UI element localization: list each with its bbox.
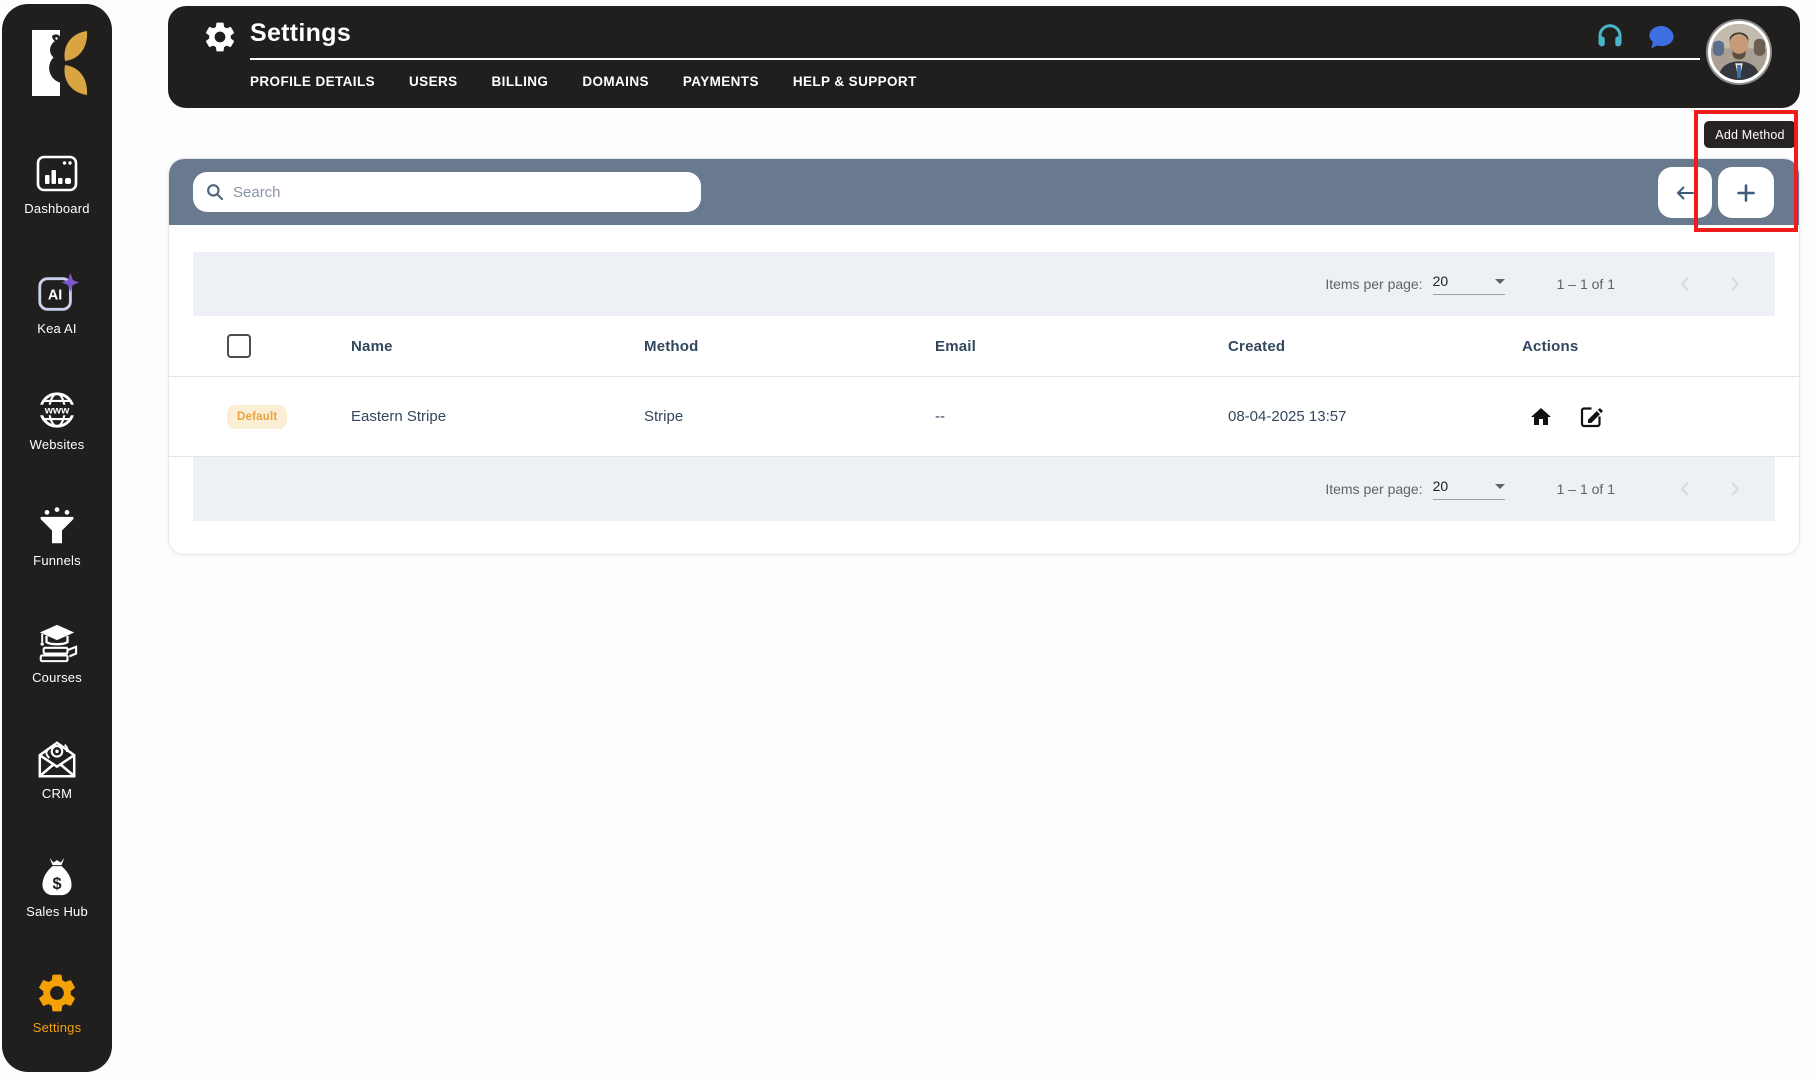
column-header-created: Created	[1228, 337, 1286, 355]
paginator-top: Items per page: 20 1 – 1 of 1	[193, 252, 1775, 316]
sidebar-item-dashboard[interactable]: Dashboard	[2, 152, 112, 216]
settings-gear-icon	[202, 19, 238, 60]
kea-bird-logo-icon	[32, 30, 88, 96]
sidebar-item-label: Sales Hub	[26, 904, 88, 919]
sidebar-item-label: Courses	[32, 670, 82, 685]
table-header-row: Name Method Email Created Actions	[169, 316, 1799, 377]
chevron-down-icon	[1494, 278, 1505, 284]
set-default-home-button[interactable]	[1529, 377, 1553, 456]
cell-name: Eastern Stripe	[351, 408, 447, 425]
paginator-bottom: Items per page: 20 1 – 1 of 1	[193, 457, 1775, 521]
sidebar-item-funnels[interactable]: Funnels	[2, 504, 112, 568]
settings-icon	[34, 971, 80, 1015]
chat-button[interactable]	[1645, 21, 1677, 53]
page-size-select[interactable]: 20	[1432, 273, 1505, 295]
cell-email: --	[935, 408, 945, 425]
crm-icon	[35, 737, 79, 781]
items-per-page-label: Items per page:	[1325, 276, 1423, 292]
add-method-tooltip: Add Method	[1704, 121, 1796, 148]
sidebar-item-settings[interactable]: Settings	[2, 971, 112, 1035]
websites-icon: www	[36, 388, 78, 432]
payment-methods-panel: Items per page: 20 1 – 1 of 1 Name Metho…	[168, 158, 1800, 555]
plus-icon	[1737, 183, 1755, 202]
items-per-page-label: Items per page:	[1325, 481, 1423, 497]
courses-icon	[35, 621, 79, 665]
back-button[interactable]	[1658, 167, 1712, 218]
search-box	[193, 172, 701, 212]
user-avatar[interactable]	[1708, 21, 1770, 83]
app-root: Dashboard AI Kea AI www Websites Funnels…	[0, 0, 1817, 1078]
page-range-label: 1 – 1 of 1	[1556, 276, 1615, 292]
support-headset-button[interactable]	[1594, 21, 1626, 53]
headset-icon	[1598, 24, 1622, 47]
sidebar-item-label: Kea AI	[37, 321, 77, 336]
avatar-photo	[1711, 24, 1767, 80]
sidebar-item-label: Websites	[29, 437, 85, 452]
page-range-label: 1 – 1 of 1	[1556, 481, 1615, 497]
svg-text:$: $	[52, 875, 61, 893]
chat-bubble-icon	[1648, 25, 1674, 48]
arrow-left-icon	[1677, 186, 1694, 199]
kea-ai-icon: AI	[35, 272, 79, 316]
default-badge: Default	[227, 404, 288, 429]
cell-method: Stripe	[644, 408, 684, 425]
sidebar-item-websites[interactable]: www Websites	[2, 388, 112, 452]
sidebar-item-courses[interactable]: Courses	[2, 621, 112, 685]
page-title: Settings	[250, 19, 352, 47]
edit-button[interactable]	[1579, 377, 1603, 456]
dashboard-icon	[35, 152, 79, 196]
page-size-value: 20	[1432, 478, 1449, 494]
page-nav	[1673, 272, 1747, 296]
sales-hub-icon: $	[37, 855, 77, 899]
previous-page-button[interactable]	[1673, 272, 1697, 296]
page-nav	[1673, 477, 1747, 501]
column-header-email: Email	[935, 337, 977, 355]
chevron-down-icon	[1494, 483, 1505, 489]
table-row[interactable]: Default Eastern Stripe Stripe -- 08-04-2…	[169, 377, 1799, 457]
select-all-checkbox[interactable]	[227, 334, 251, 358]
page-size-select[interactable]: 20	[1432, 478, 1505, 500]
tab-help-support[interactable]: HELP & SUPPORT	[793, 74, 917, 89]
tab-domains[interactable]: DOMAINS	[582, 74, 649, 89]
next-page-button[interactable]	[1723, 477, 1747, 501]
tab-profile-details[interactable]: PROFILE DETAILS	[250, 74, 375, 89]
tab-payments[interactable]: PAYMENTS	[683, 74, 759, 89]
sidebar-item-label: Funnels	[33, 553, 81, 568]
svg-text:www: www	[44, 405, 70, 417]
cell-created: 08-04-2025 13:57	[1228, 408, 1347, 425]
edit-icon	[1580, 406, 1603, 427]
title-underline	[250, 58, 1700, 60]
kea-logo[interactable]	[2, 26, 112, 100]
column-header-method: Method	[644, 337, 699, 355]
funnels-icon	[37, 504, 77, 548]
sidebar-item-label: Dashboard	[24, 201, 90, 216]
previous-page-button[interactable]	[1673, 477, 1697, 501]
sidebar: Dashboard AI Kea AI www Websites Funnels…	[2, 4, 112, 1072]
sidebar-item-crm[interactable]: CRM	[2, 737, 112, 801]
sidebar-item-label: Settings	[32, 1020, 82, 1035]
next-page-button[interactable]	[1723, 272, 1747, 296]
home-icon	[1531, 407, 1551, 425]
tab-users[interactable]: USERS	[409, 74, 458, 89]
table-toolbar	[169, 159, 1799, 225]
search-icon	[207, 184, 224, 201]
page-size-value: 20	[1432, 273, 1449, 289]
search-input[interactable]	[233, 183, 689, 201]
column-header-actions: Actions	[1522, 337, 1579, 355]
svg-text:AI: AI	[48, 288, 62, 304]
settings-tabs: PROFILE DETAILS USERS BILLING DOMAINS PA…	[250, 74, 917, 89]
sidebar-item-label: CRM	[41, 786, 73, 801]
sidebar-item-sales-hub[interactable]: $ Sales Hub	[2, 855, 112, 919]
add-method-button[interactable]	[1718, 167, 1774, 218]
column-header-name: Name	[351, 337, 393, 355]
header-panel: Settings PROFILE DETAILS USERS BILLING D…	[168, 6, 1800, 108]
tab-billing[interactable]: BILLING	[492, 74, 549, 89]
sidebar-item-kea-ai[interactable]: AI Kea AI	[2, 272, 112, 336]
